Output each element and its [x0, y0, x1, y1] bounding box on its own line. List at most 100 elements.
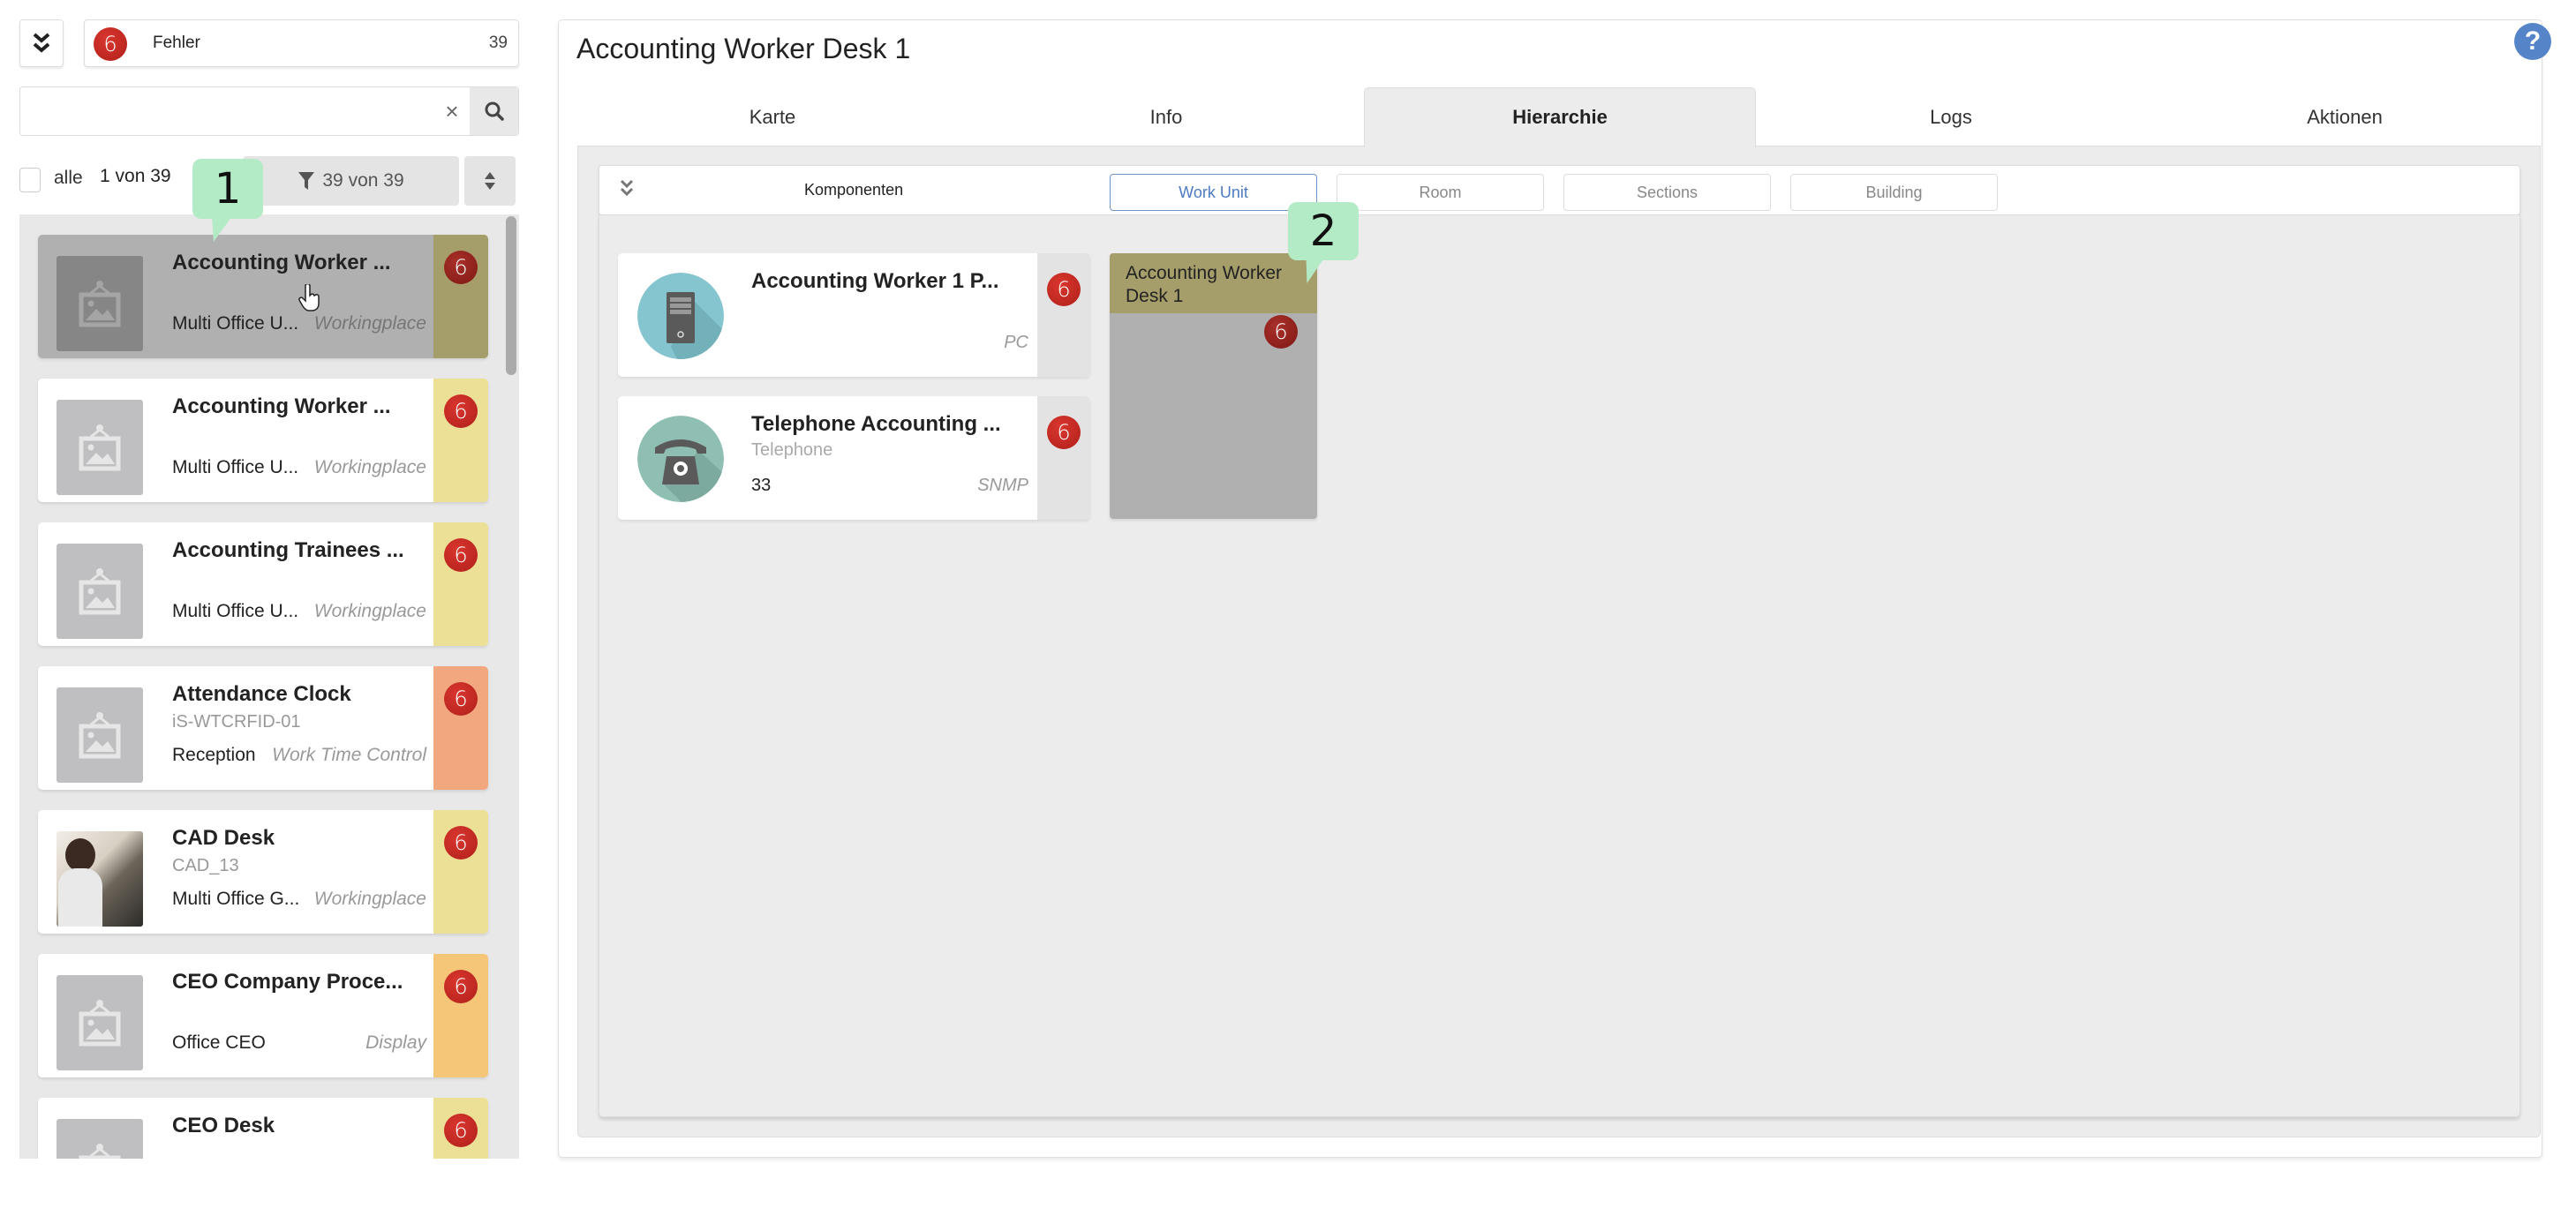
item-type: Display: [365, 1032, 426, 1053]
search-button[interactable]: [470, 87, 518, 135]
component-card[interactable]: Accounting Worker 1 P... PC 6: [618, 253, 1090, 377]
sort-button[interactable]: [464, 156, 516, 206]
telephone-icon: [637, 416, 724, 502]
component-icon: [637, 416, 724, 502]
hierarchy-toolbar: Komponenten Work Unit Room Sections Buildin…: [599, 165, 2520, 215]
sort-icon: [485, 172, 495, 190]
component-type: PC: [1004, 333, 1028, 352]
error-badge: 6: [444, 538, 478, 572]
error-badge: 6: [444, 826, 478, 859]
double-chevron-down-icon: [33, 33, 50, 53]
error-badge: 6: [444, 394, 478, 428]
item-location: Multi Office G...: [172, 889, 300, 909]
component-name: Accounting Worker 1 P...: [751, 269, 999, 293]
component-card[interactable]: Telephone Accounting ... Telephone 33 SNMP 6: [618, 396, 1090, 520]
work-unit-name: Accounting Worker Desk 1: [1110, 253, 1317, 313]
annotation-callout-2: 2: [1288, 202, 1359, 260]
item-code: CAD_13: [172, 856, 239, 875]
image-placeholder-icon: [79, 281, 121, 327]
list-scrollbar[interactable]: [506, 216, 516, 375]
status-stripe: 6: [433, 235, 488, 358]
help-icon[interactable]: ?: [2514, 23, 2551, 60]
item-thumbnail: [56, 400, 143, 495]
item-name: Accounting Trainees ...: [172, 538, 404, 562]
item-thumbnail: [56, 1119, 143, 1159]
component-subtitle: Telephone: [751, 440, 833, 460]
component-name: Telephone Accounting ...: [751, 412, 1001, 436]
tab-info[interactable]: Info: [970, 88, 1362, 146]
item-location: Multi Office U...: [172, 601, 299, 621]
work-unit-error-badge: 6: [1264, 315, 1298, 349]
item-type: Workingplace: [313, 457, 426, 477]
item-code: iS-WTCRFID-01: [172, 712, 301, 732]
status-stripe: 6: [433, 954, 488, 1077]
error-badge: 6: [444, 1114, 478, 1147]
list-item[interactable]: Accounting Trainees ... Multi Office U...…: [38, 522, 488, 646]
status-stripe: 6: [433, 666, 488, 790]
select-all-checkbox[interactable]: [19, 168, 41, 192]
collapse-toggle-button[interactable]: [19, 19, 64, 67]
component-status-stripe: 6: [1037, 396, 1090, 520]
work-unit-card[interactable]: Accounting Worker Desk 1 6: [1110, 253, 1317, 519]
tab-karte[interactable]: Karte: [576, 88, 968, 146]
item-thumbnail: [56, 687, 143, 783]
level-button-work-unit[interactable]: Work Unit: [1110, 174, 1317, 211]
component-value: 33: [751, 476, 772, 495]
item-location: Reception: [172, 745, 256, 765]
error-badge: 6: [444, 251, 478, 284]
item-name: CEO Company Proce...: [172, 970, 403, 994]
page-title: Accounting Worker Desk 1: [576, 33, 911, 64]
level-button-building[interactable]: Building: [1790, 174, 1998, 211]
status-stripe: 6: [433, 522, 488, 646]
error-badge: 6: [1047, 416, 1081, 449]
list-item[interactable]: Accounting Worker ... Multi Office U... Wo…: [38, 235, 488, 358]
item-thumbnail: [56, 975, 143, 1070]
tab-aktionen[interactable]: Aktionen: [2149, 88, 2541, 146]
item-name: CAD Desk: [172, 826, 275, 850]
image-placeholder-icon: [79, 1144, 121, 1159]
item-type: Workingplace: [313, 313, 426, 334]
image-placeholder-icon: [79, 712, 121, 759]
item-thumbnail: [56, 831, 143, 927]
status-stripe: 6: [433, 1098, 488, 1159]
clear-search-icon[interactable]: ×: [439, 98, 465, 124]
error-badge: 6: [444, 682, 478, 716]
device-photo: [56, 831, 143, 927]
tab-hierarchie[interactable]: Hierarchie: [1364, 87, 1756, 147]
search-input[interactable]: [20, 87, 471, 135]
image-placeholder-icon: [79, 568, 121, 615]
item-type: Workingplace: [313, 889, 426, 909]
status-stripe: 6: [433, 379, 488, 502]
filter-button[interactable]: 39 von 39: [243, 156, 459, 206]
select-all-label: alle: [54, 168, 83, 188]
item-type: Work Time Control: [272, 745, 426, 765]
image-placeholder-icon: [79, 424, 121, 471]
list-item[interactable]: CEO Company Proce... Office CEO Display 6: [38, 954, 488, 1077]
image-placeholder-icon: [79, 1000, 121, 1047]
components-label: Komponenten: [804, 181, 904, 199]
list-item[interactable]: CEO Desk 6: [38, 1098, 488, 1159]
component-icon: [637, 273, 724, 359]
hand-cursor-icon: [298, 282, 321, 319]
pc-tower-icon: [637, 273, 724, 359]
item-location: Office CEO: [172, 1032, 266, 1053]
list-item[interactable]: Accounting Worker ... Multi Office U... Wo…: [38, 379, 488, 502]
level-button-sections[interactable]: Sections: [1563, 174, 1771, 211]
components-collapse-toggle[interactable]: [619, 178, 635, 204]
list-item[interactable]: CAD Desk CAD_13 Multi Office G... Workingpl…: [38, 810, 488, 934]
item-name: Accounting Worker ...: [172, 394, 391, 418]
error-badge: 6: [444, 970, 478, 1003]
filter-label: 39 von 39: [322, 170, 404, 191]
component-type: SNMP: [977, 476, 1028, 495]
level-button-room[interactable]: Room: [1337, 174, 1544, 211]
device-list[interactable]: Accounting Worker ... Multi Office U... Wo…: [19, 214, 519, 1159]
double-chevron-down-icon: [620, 179, 634, 197]
item-location: Multi Office U...: [172, 313, 299, 334]
list-item[interactable]: Attendance Clock iS-WTCRFID-01 Reception Wo…: [38, 666, 488, 790]
item-location: Multi Office U...: [172, 457, 299, 477]
status-count: 39: [488, 34, 508, 52]
tab-logs[interactable]: Logs: [1755, 88, 2147, 146]
annotation-callout-1: 1: [192, 159, 263, 219]
item-thumbnail: [56, 544, 143, 639]
status-filter-dropdown[interactable]: 6 Fehler 39: [84, 19, 519, 67]
